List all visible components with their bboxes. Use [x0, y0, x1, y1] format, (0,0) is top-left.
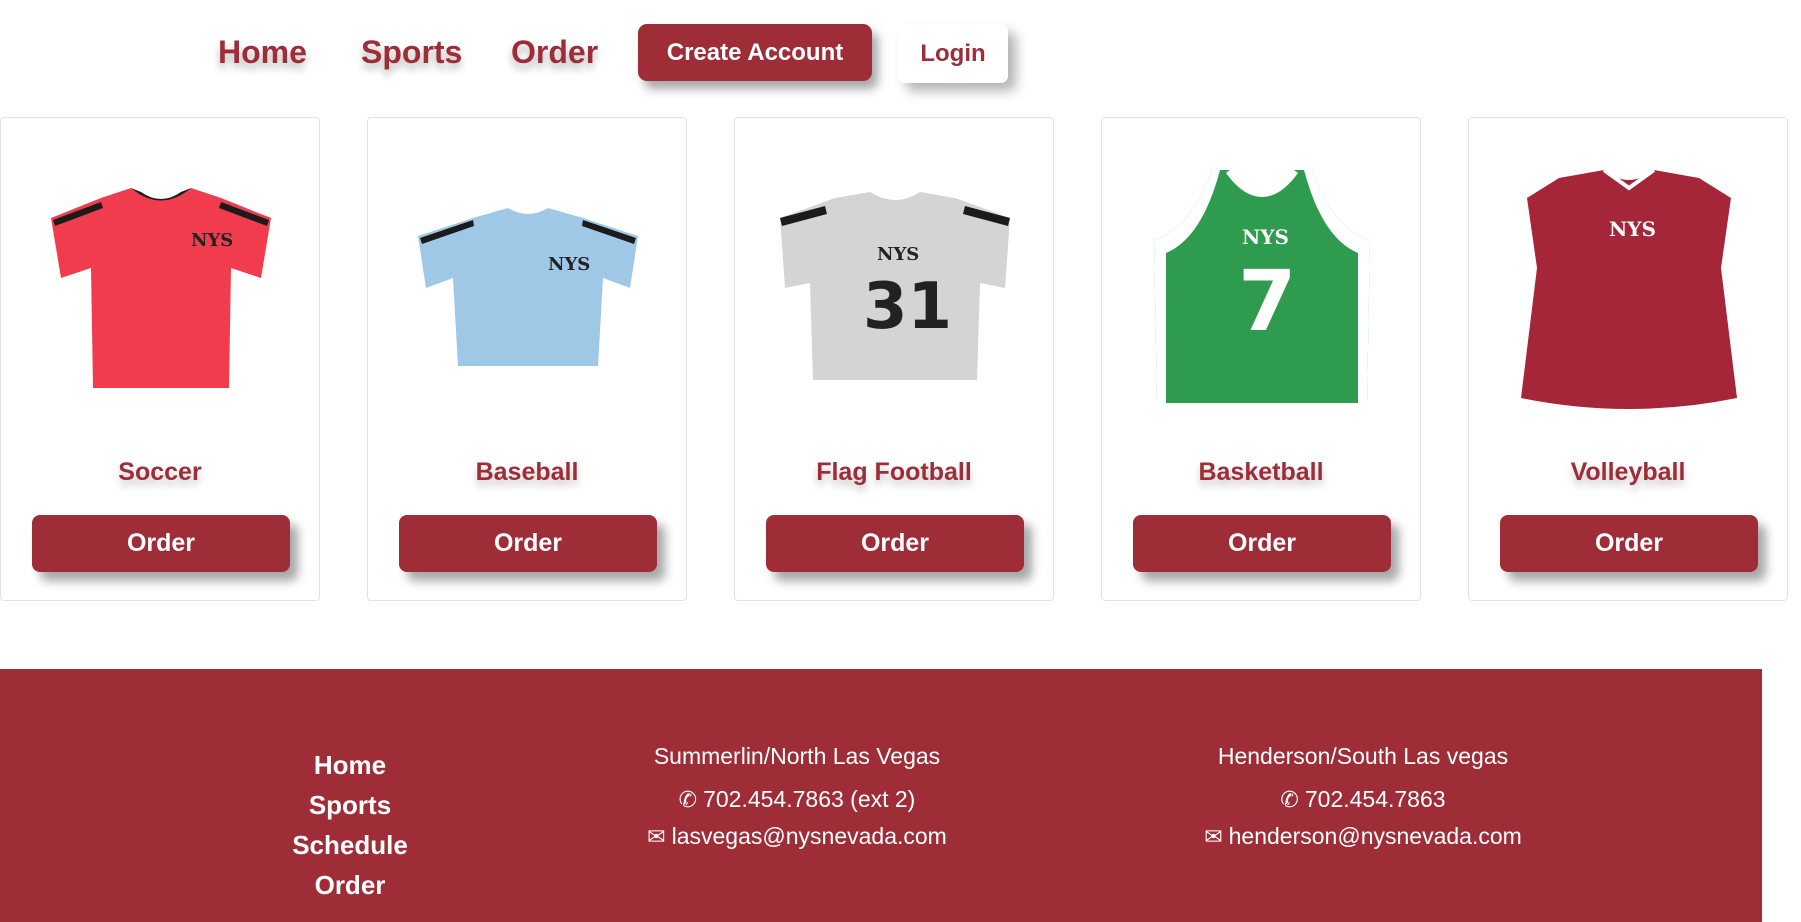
login-button[interactable]: Login	[898, 24, 1008, 83]
phone-number[interactable]: 702.454.7863	[1305, 786, 1446, 812]
sport-card-basketball: NYS 7 Basketball Order	[1101, 117, 1421, 601]
email-line: ✉ henderson@nysnevada.com	[1153, 818, 1573, 855]
sport-card-soccer: NYS Soccer Order	[0, 117, 320, 601]
flag-football-jersey-image: NYS 31	[780, 192, 1010, 380]
basketball-jersey-image: NYS 7	[1154, 166, 1370, 403]
footer-sports-link[interactable]: Sports	[250, 785, 450, 825]
sport-card-volleyball: NYS Volleyball Order	[1468, 117, 1788, 601]
volleyball-jersey-image: NYS	[1521, 168, 1737, 409]
card-title: Baseball	[475, 458, 579, 486]
order-button[interactable]: Order	[1500, 515, 1758, 572]
footer-schedule-link[interactable]: Schedule	[250, 825, 450, 865]
svg-text:NYS: NYS	[877, 244, 919, 265]
order-button[interactable]: Order	[1133, 515, 1391, 572]
location-title: Summerlin/North Las Vegas	[653, 743, 941, 769]
soccer-jersey-image: NYS	[51, 188, 271, 388]
footer-location-north: Summerlin/North Las Vegas ✆ 702.454.7863 …	[587, 739, 1007, 855]
card-title: Volleyball	[1570, 458, 1686, 486]
footer-nav: Home Sports Schedule Order	[250, 745, 450, 905]
phone-number[interactable]: 702.454.7863 (ext 2)	[703, 786, 915, 812]
sports-card-grid: NYS Soccer Order NYS Baseball Order NYS …	[0, 117, 1801, 603]
svg-text:31: 31	[863, 270, 952, 344]
phone-line: ✆ 702.454.7863	[1153, 781, 1573, 818]
email-address[interactable]: lasvegas@nysnevada.com	[672, 823, 947, 849]
email-line: ✉ lasvegas@nysnevada.com	[587, 818, 1007, 855]
card-title: Soccer	[118, 458, 202, 486]
svg-text:NYS: NYS	[1242, 225, 1289, 249]
sport-card-baseball: NYS Baseball Order	[367, 117, 687, 601]
order-button[interactable]: Order	[399, 515, 657, 572]
phone-icon: ✆	[1280, 787, 1299, 812]
site-footer: Home Sports Schedule Order Summerlin/Nor…	[0, 669, 1762, 922]
sport-card-flag-football: NYS 31 Flag Football Order	[734, 117, 1054, 601]
nav-order-link[interactable]: Order	[511, 32, 598, 72]
svg-text:NYS: NYS	[548, 254, 590, 275]
baseball-jersey-image: NYS	[418, 208, 638, 366]
phone-icon: ✆	[678, 787, 698, 812]
svg-text:NYS: NYS	[191, 230, 233, 251]
create-account-button[interactable]: Create Account	[638, 24, 872, 81]
location-title: Henderson/South Las vegas	[1217, 743, 1509, 769]
top-nav: Home Sports Order Create Account Login	[0, 0, 1801, 110]
card-title: Basketball	[1198, 458, 1324, 486]
nav-sports-link[interactable]: Sports	[361, 32, 462, 72]
card-title: Flag Football	[816, 458, 972, 486]
footer-order-link[interactable]: Order	[250, 865, 450, 905]
email-address[interactable]: henderson@nysnevada.com	[1229, 823, 1522, 849]
svg-text:7: 7	[1238, 252, 1296, 350]
phone-line: ✆ 702.454.7863 (ext 2)	[587, 781, 1007, 818]
footer-location-south: Henderson/South Las vegas ✆ 702.454.7863 …	[1153, 739, 1573, 855]
order-button[interactable]: Order	[766, 515, 1024, 572]
envelope-icon: ✉	[1204, 824, 1223, 849]
svg-text:NYS: NYS	[1609, 217, 1656, 241]
nav-home-link[interactable]: Home	[218, 32, 307, 72]
footer-home-link[interactable]: Home	[250, 745, 450, 785]
order-button[interactable]: Order	[32, 515, 290, 572]
envelope-icon: ✉	[647, 824, 666, 849]
